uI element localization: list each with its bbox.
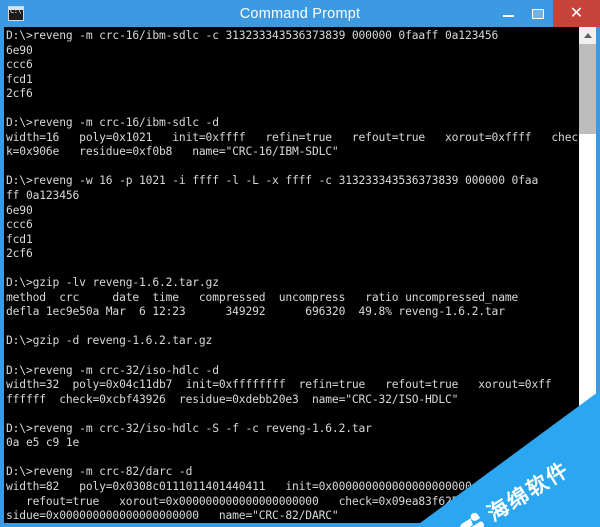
close-icon: ✕	[569, 4, 584, 22]
console-line: D:\>reveng -m crc-16/ibm-sdlc -d	[6, 116, 219, 130]
console-line: D:\>gzip -lv reveng-1.6.2.tar.gz	[6, 276, 219, 290]
screenshot-root: C:\ Command Prompt ✕ D:\>reveng -m crc-1…	[0, 0, 600, 527]
console-line: method crc date time compressed uncompre…	[6, 290, 519, 304]
close-button[interactable]: ✕	[553, 0, 600, 27]
console-line: ccc6	[6, 218, 33, 232]
console-line: ffffff check=0xcbf43926 residue=0xdebb20…	[6, 392, 459, 406]
console-line: 2cf6	[6, 87, 33, 101]
console-line: D:\>reveng -m crc-16/ibm-sdlc -c 3132333…	[6, 29, 499, 42]
console-line: D:\>gzip -d reveng-1.6.2.tar.gz	[6, 334, 213, 348]
console-icon: C:\	[8, 6, 24, 21]
console-line: k=0x906e residue=0xf0b8 name="CRC-16/IBM…	[6, 145, 339, 159]
console-line: 6e90	[6, 43, 33, 57]
maximize-button[interactable]	[523, 0, 553, 27]
command-prompt-window: C:\ Command Prompt ✕ D:\>reveng -m crc-1…	[0, 0, 600, 527]
console-line: 6e90	[6, 203, 33, 217]
console-line: D:\>reveng -w 16 -p 1021 -i ffff -l -L -…	[6, 174, 539, 188]
console-icon-bar	[9, 7, 23, 10]
scrollbar-track[interactable]	[579, 44, 596, 523]
maximize-icon	[532, 8, 544, 19]
console-line: width=82 poly=0x0308c0111011401440411 in…	[6, 479, 559, 493]
console-scrollbar[interactable]	[578, 27, 596, 523]
window-titlebar[interactable]: C:\ Command Prompt ✕	[0, 0, 600, 27]
console-line: fcd1	[6, 72, 33, 86]
scroll-up-button[interactable]	[579, 27, 596, 44]
console-line: width=16 poly=0x1021 init=0xffff refin=t…	[6, 130, 578, 144]
window-controls: ✕	[493, 0, 600, 27]
scrollbar-thumb[interactable]	[579, 44, 596, 134]
console-line: ff 0a123456	[6, 189, 80, 203]
console-line: fcd1	[6, 232, 33, 246]
console-line: refout=true xorout=0x0000000000000000000…	[6, 494, 565, 508]
console-line: defla 1ec9e50a Mar 6 12:23 349292 696320…	[6, 305, 505, 319]
console-line: width=32 poly=0x04c11db7 init=0xffffffff…	[6, 378, 552, 392]
console-line: sidue=0x000000000000000000000 name="CRC-…	[6, 509, 339, 523]
console-output[interactable]: D:\>reveng -m crc-16/ibm-sdlc -c 3132333…	[4, 27, 578, 523]
console-line: D:\>reveng -m crc-82/darc -d	[6, 465, 193, 479]
console-line: 2cf6	[6, 247, 33, 261]
console-line: 0a e5 c9 1e	[6, 436, 80, 450]
minimize-button[interactable]	[493, 0, 523, 27]
console-line: ccc6	[6, 58, 33, 72]
console-area: D:\>reveng -m crc-16/ibm-sdlc -c 3132333…	[4, 27, 596, 523]
minimize-icon	[502, 15, 514, 17]
console-line: D:\>reveng -m crc-32/iso-hdlc -d	[6, 363, 219, 377]
console-line: D:\>reveng -m crc-32/iso-hdlc -S -f -c r…	[6, 421, 372, 435]
scroll-up-arrow-icon	[583, 33, 592, 38]
